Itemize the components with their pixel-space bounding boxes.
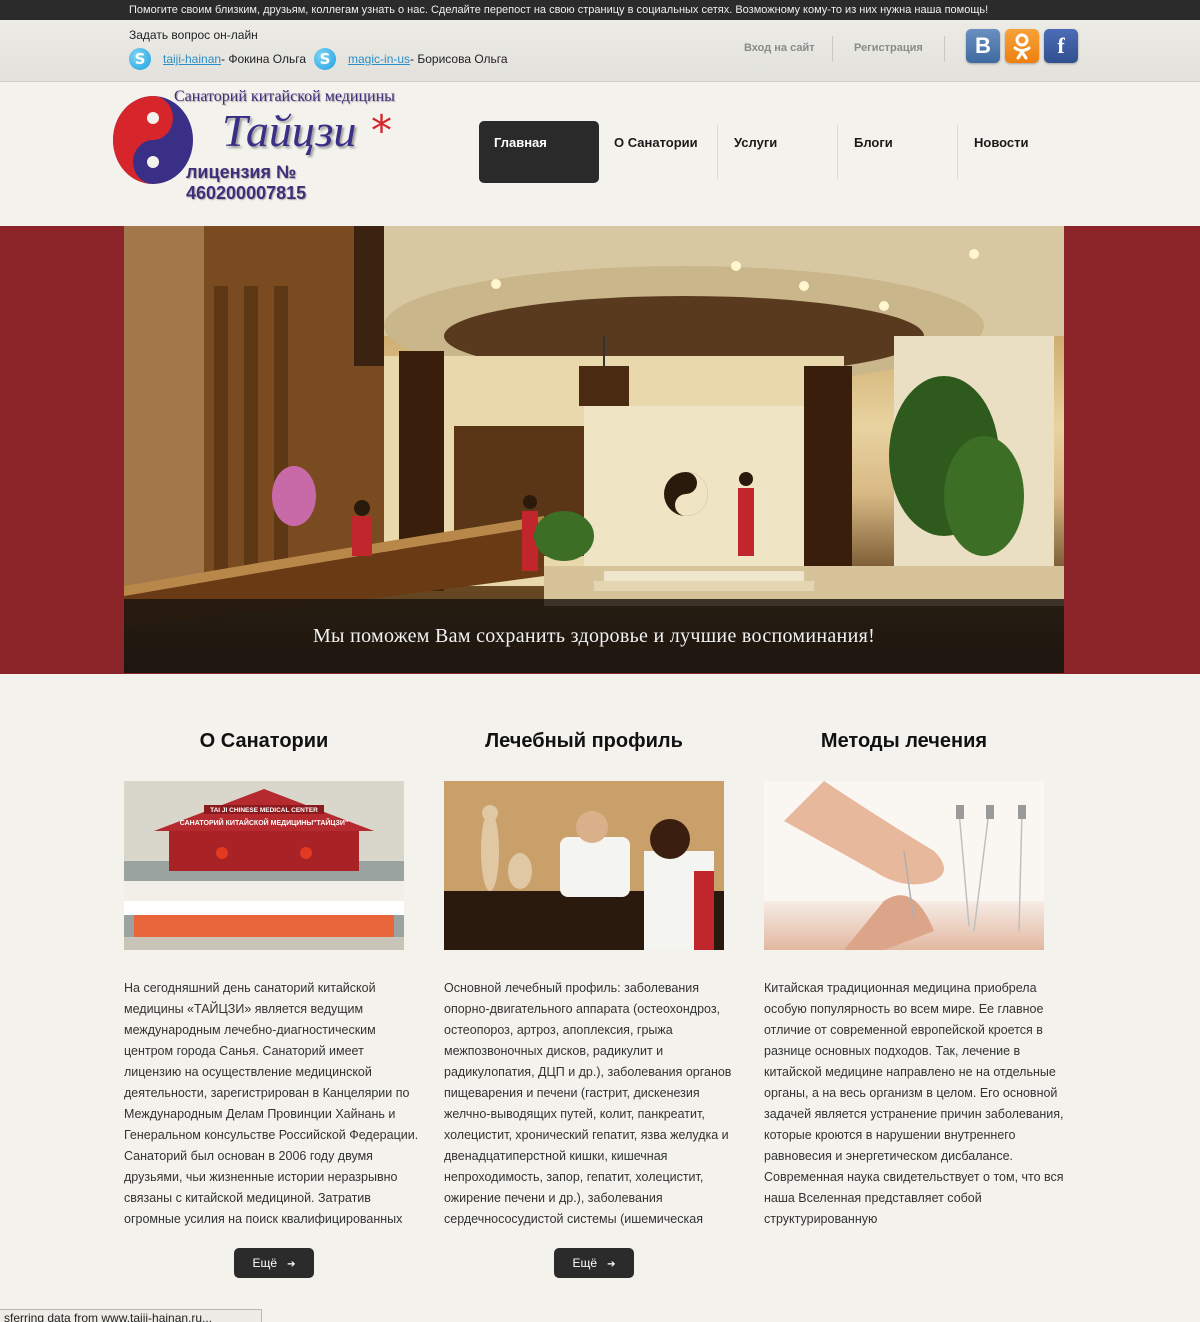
skype-icon[interactable]: S — [314, 48, 337, 70]
doctor-consultation-photo — [444, 781, 724, 950]
divider — [944, 36, 945, 62]
profile-title: Лечебный профиль — [485, 730, 683, 752]
odnoklassniki-icon[interactable] — [1005, 29, 1039, 63]
ask-question-label: Задать вопрос он-лайн — [129, 28, 258, 42]
skype-link-taiji-hainan[interactable]: taiji-hainan — [163, 52, 221, 66]
nav-news[interactable]: Новости — [959, 121, 1077, 183]
browser-status-bar: sferring data from www.taiji-hainan.ru..… — [0, 1309, 262, 1322]
nav-divider — [717, 125, 718, 179]
nav-divider — [957, 125, 958, 179]
nav-services[interactable]: Услуги — [719, 121, 837, 183]
nav-divider — [837, 125, 838, 179]
methods-column: Методы лечения Китайская традиционная ме… — [764, 730, 1064, 1230]
arrow-right-icon: ➔ — [287, 1259, 296, 1270]
skype-icon[interactable]: S — [129, 48, 151, 70]
hero-caption: Мы поможем Вам сохранить здоровье и лучш… — [124, 599, 1064, 673]
more-button-label: Ещё — [252, 1256, 278, 1270]
arrow-right-icon: ➔ — [607, 1259, 616, 1270]
facebook-icon[interactable]: f — [1044, 29, 1078, 63]
vk-icon[interactable]: B — [966, 29, 1000, 63]
skype-link-magic-in-us[interactable]: magic-in-us — [348, 52, 410, 66]
login-link[interactable]: Вход на сайт — [744, 42, 815, 54]
about-photo[interactable]: TAI JI CHINESE MEDICAL CENTER САНАТОРИЙ … — [124, 781, 404, 950]
about-more-button[interactable]: Ещё ➔ — [234, 1248, 314, 1278]
about-text: На сегодняшний день санаторий китайской … — [124, 981, 419, 1226]
methods-photo[interactable] — [764, 781, 1044, 950]
register-link[interactable]: Регистрация — [854, 42, 923, 54]
nav-about[interactable]: О Санатории — [599, 121, 717, 183]
odnoklassniki-glyph — [1013, 33, 1031, 60]
top-announcement-bar: Помогите своим близким, друзьям, коллега… — [0, 0, 1200, 20]
banner-text: САНАТОРИЙ КИТАЙСКОЙ МЕДИЦИНЫ"ТАЙЦЗИ" — [180, 818, 349, 827]
about-title: О Санатории — [199, 730, 329, 752]
divider — [832, 36, 833, 62]
more-button-label: Ещё — [572, 1256, 598, 1270]
staff-group-photo: TAI JI CHINESE MEDICAL CENTER САНАТОРИЙ … — [124, 781, 404, 950]
skype-contacts: S taiji-hainan - Фокина Ольга S magic-in… — [129, 48, 508, 70]
announcement-text: Помогите своим близким, друзьям, коллега… — [129, 4, 989, 16]
nav-blogs[interactable]: Блоги — [839, 121, 957, 183]
nav-home[interactable]: Главная — [479, 121, 599, 183]
logo-name: Тайцзи — [222, 105, 357, 156]
logo-license: лицензия № 460200007815 — [186, 162, 307, 203]
logo-star: * — [371, 106, 392, 155]
profile-more-button[interactable]: Ещё ➔ — [554, 1248, 634, 1278]
site-logo[interactable]: Санаторий китайской медицины Тайцзи * ли… — [108, 88, 418, 203]
profile-column: Лечебный профиль Основной лечебный профи… — [444, 730, 744, 1230]
acupuncture-photo — [764, 781, 1044, 950]
banner-top-text: TAI JI CHINESE MEDICAL CENTER — [210, 807, 318, 814]
about-column: О Санатории TAI JI CHINESE MEDICAL CENTE… — [124, 730, 424, 1230]
methods-title: Методы лечения — [820, 730, 988, 752]
profile-photo[interactable] — [444, 781, 724, 950]
contact-bar: Задать вопрос он-лайн S taiji-hainan - Ф… — [0, 20, 1200, 82]
profile-text: Основной лечебный профиль: заболевания о… — [444, 981, 732, 1226]
hero-slide-image: Мы поможем Вам сохранить здоровье и лучш… — [124, 226, 1064, 673]
skype-person-fokina: - Фокина Ольга — [221, 52, 307, 66]
skype-person-borisova: - Борисова Ольга — [410, 52, 508, 66]
methods-text: Китайская традиционная медицина приобрел… — [764, 981, 1064, 1226]
